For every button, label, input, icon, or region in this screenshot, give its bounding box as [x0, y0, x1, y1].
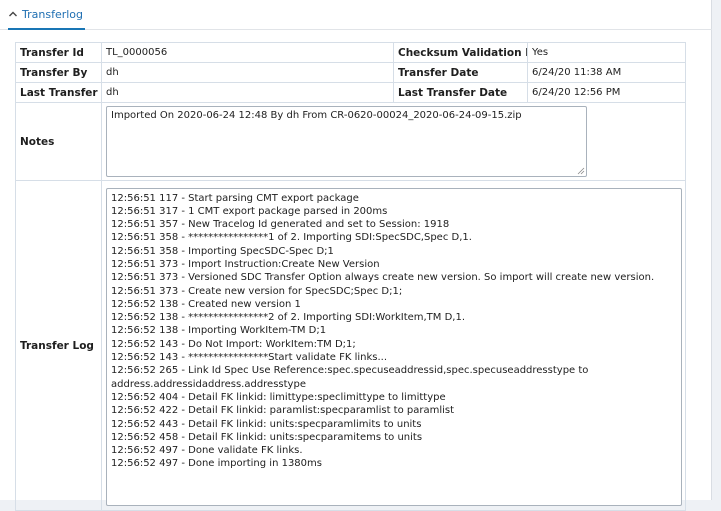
- notes-cell: Imported On 2020-06-24 12:48 By dh From …: [101, 102, 686, 181]
- log-line: 12:56:52 497 - Done validate FK links.: [111, 445, 303, 457]
- checksum-value: Yes: [527, 42, 686, 63]
- last-transfer-by-label: Last Transfer By: [15, 82, 102, 103]
- transfer-date-label: Transfer Date: [393, 62, 528, 83]
- log-line: 12:56:52 143 - ****************Start val…: [111, 352, 388, 364]
- log-line: 12:56:52 497 - Done importing in 1380ms: [111, 458, 322, 470]
- transfer-id-label: Transfer Id: [15, 42, 102, 63]
- log-line: 12:56:51 357 - New Tracelog Id generated…: [111, 219, 450, 231]
- table-row: Notes Imported On 2020-06-24 12:48 By dh…: [15, 102, 686, 181]
- transfer-log-cell: 12:56:51 117 - Start parsing CMT export …: [101, 180, 686, 511]
- notes-text: Imported On 2020-06-24 12:48 By dh From …: [111, 109, 522, 121]
- log-line: 12:56:52 458 - Detail FK linkid: units:s…: [111, 431, 423, 443]
- notes-textarea[interactable]: Imported On 2020-06-24 12:48 By dh From …: [106, 105, 587, 177]
- tab-label: Transferlog: [22, 7, 83, 21]
- log-line: 12:56:52 138 - Created new version 1: [111, 298, 301, 310]
- log-line: 12:56:51 358 - ****************1 of 2. I…: [111, 232, 472, 244]
- log-line: 12:56:51 358 - Importing SpecSDC-Spec D;…: [111, 245, 334, 257]
- table-row: Transfer By dh Transfer Date 6/24/20 11:…: [15, 62, 686, 83]
- transferlog-panel: Transferlog Transfer Id TL_0000056 Check…: [0, 0, 712, 511]
- last-transfer-date-label: Last Transfer Date: [393, 82, 528, 103]
- table-row: Transfer Id TL_0000056 Checksum Validati…: [15, 42, 686, 63]
- last-transfer-by-value: dh: [101, 82, 394, 103]
- log-line: 12:56:51 373 - Versioned SDC Transfer Op…: [111, 272, 655, 284]
- transfer-id-value: TL_0000056: [101, 42, 394, 63]
- log-line: 12:56:52 138 - Importing WorkItem-TM D;1: [111, 325, 327, 337]
- checksum-label: Checksum Validation Flag: [393, 42, 528, 63]
- transfer-by-value: dh: [101, 62, 394, 83]
- transfer-details-table: Transfer Id TL_0000056 Checksum Validati…: [15, 42, 686, 511]
- table-row: Transfer Log 12:56:51 117 - Start parsin…: [15, 180, 686, 511]
- log-line: 12:56:51 373 - Create new version for Sp…: [111, 285, 403, 297]
- transfer-date-value: 6/24/20 11:38 AM: [527, 62, 686, 83]
- notes-label: Notes: [15, 102, 102, 181]
- panel-header: Transferlog: [0, 0, 712, 30]
- log-line: 12:56:52 265 - Link Id Spec Use Referenc…: [111, 365, 589, 390]
- log-line: 12:56:52 404 - Detail FK linkid: limitty…: [111, 391, 446, 403]
- chevron-up-icon[interactable]: [8, 9, 18, 19]
- log-line: 12:56:51 373 - Import Instruction:Create…: [111, 258, 380, 270]
- log-line: 12:56:52 443 - Detail FK linkid: units:s…: [111, 418, 422, 430]
- table-row: Last Transfer By dh Last Transfer Date 6…: [15, 82, 686, 103]
- last-transfer-date-value: 6/24/20 12:56 PM: [527, 82, 686, 103]
- transfer-log-label: Transfer Log: [15, 180, 102, 511]
- resize-handle-icon[interactable]: [577, 167, 585, 175]
- tab-transferlog[interactable]: Transferlog: [8, 0, 85, 30]
- log-line: 12:56:52 143 - Do Not Import: WorkItem:T…: [111, 338, 356, 350]
- log-line: 12:56:52 138 - ****************2 of 2. I…: [111, 312, 466, 324]
- log-line: 12:56:51 117 - Start parsing CMT export …: [111, 192, 359, 204]
- log-line: 12:56:52 422 - Detail FK linkid: paramli…: [111, 405, 455, 417]
- transfer-by-label: Transfer By: [15, 62, 102, 83]
- transfer-log-textarea[interactable]: 12:56:51 117 - Start parsing CMT export …: [106, 187, 682, 506]
- log-line: 12:56:51 317 - 1 CMT export package pars…: [111, 205, 388, 217]
